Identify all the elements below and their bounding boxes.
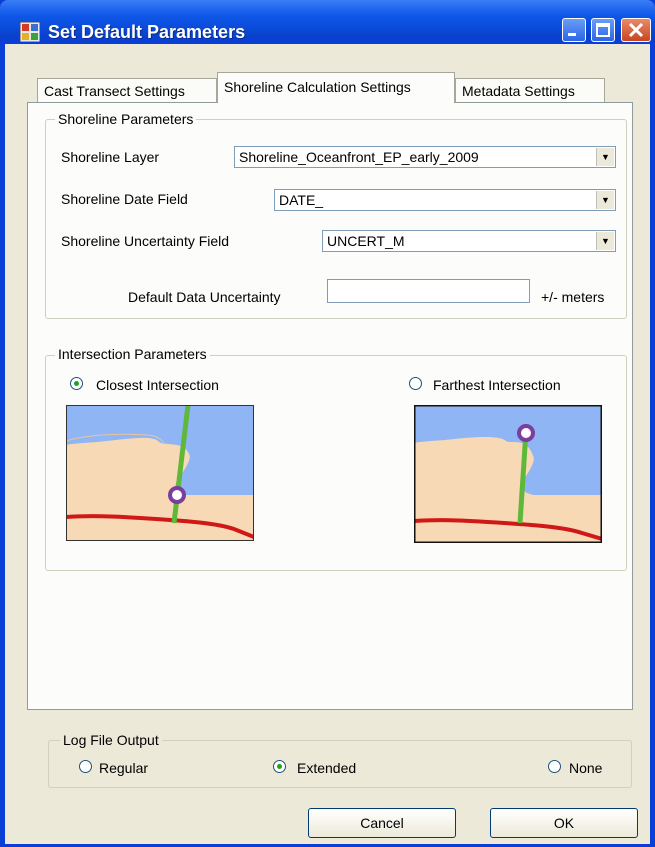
tab-label: Metadata Settings	[462, 83, 575, 99]
close-button[interactable]	[621, 18, 651, 42]
dialog-window: Set Default Parameters Cast Transect Set…	[0, 0, 655, 847]
ok-button[interactable]: OK	[490, 808, 638, 838]
farthest-intersection-diagram	[414, 405, 602, 543]
intersection-parameters-legend: Intersection Parameters	[55, 346, 210, 362]
shoreline-layer-dropdown[interactable]: Shoreline_Oceanfront_EP_early_2009 ▼	[234, 146, 616, 168]
log-file-output-legend: Log File Output	[60, 732, 162, 748]
farthest-intersection-label[interactable]: Farthest Intersection	[433, 377, 561, 393]
chevron-down-icon[interactable]: ▼	[596, 148, 614, 166]
tab-label: Shoreline Calculation Settings	[224, 79, 411, 95]
shoreline-layer-value: Shoreline_Oceanfront_EP_early_2009	[239, 149, 479, 165]
default-uncertainty-label: Default Data Uncertainty	[128, 289, 281, 305]
tab-cast-transect-settings[interactable]: Cast Transect Settings	[37, 78, 217, 102]
app-icon	[20, 22, 40, 42]
default-uncertainty-input[interactable]	[327, 279, 530, 303]
log-extended-label[interactable]: Extended	[297, 760, 356, 776]
chevron-down-icon[interactable]: ▼	[596, 232, 614, 250]
log-extended-radio[interactable]	[273, 760, 286, 773]
closest-intersection-diagram	[66, 405, 254, 541]
close-icon	[628, 22, 644, 38]
farthest-intersection-radio[interactable]	[409, 377, 422, 390]
shoreline-uncertainty-dropdown[interactable]: UNCERT_M ▼	[322, 230, 616, 252]
shoreline-layer-label: Shoreline Layer	[61, 149, 160, 165]
log-regular-radio[interactable]	[79, 760, 92, 773]
tab-metadata-settings[interactable]: Metadata Settings	[455, 78, 605, 102]
maximize-icon	[596, 23, 610, 37]
maximize-button[interactable]	[591, 18, 615, 42]
window-title: Set Default Parameters	[48, 22, 246, 42]
chevron-down-icon[interactable]: ▼	[596, 191, 614, 209]
closest-intersection-label[interactable]: Closest Intersection	[96, 377, 219, 393]
shoreline-uncertainty-value: UNCERT_M	[327, 233, 405, 249]
log-regular-label[interactable]: Regular	[99, 760, 148, 776]
log-none-radio[interactable]	[548, 760, 561, 773]
shoreline-date-label: Shoreline Date Field	[61, 191, 188, 207]
minimize-icon	[568, 33, 576, 36]
cancel-button[interactable]: Cancel	[308, 808, 456, 838]
minimize-button[interactable]	[562, 18, 586, 42]
tab-shoreline-calculation-settings[interactable]: Shoreline Calculation Settings	[217, 72, 455, 103]
tab-panel: Shoreline Parameters Shoreline Layer Sho…	[27, 102, 633, 710]
shoreline-date-value: DATE_	[279, 192, 324, 208]
shoreline-parameters-legend: Shoreline Parameters	[55, 111, 197, 127]
units-label: +/- meters	[541, 289, 605, 305]
tab-label: Cast Transect Settings	[44, 83, 185, 99]
title-bar[interactable]: Set Default Parameters	[0, 0, 655, 42]
shoreline-uncertainty-label: Shoreline Uncertainty Field	[61, 233, 230, 249]
shoreline-date-dropdown[interactable]: DATE_ ▼	[274, 189, 616, 211]
closest-intersection-radio[interactable]	[70, 377, 83, 390]
log-none-label[interactable]: None	[569, 760, 602, 776]
